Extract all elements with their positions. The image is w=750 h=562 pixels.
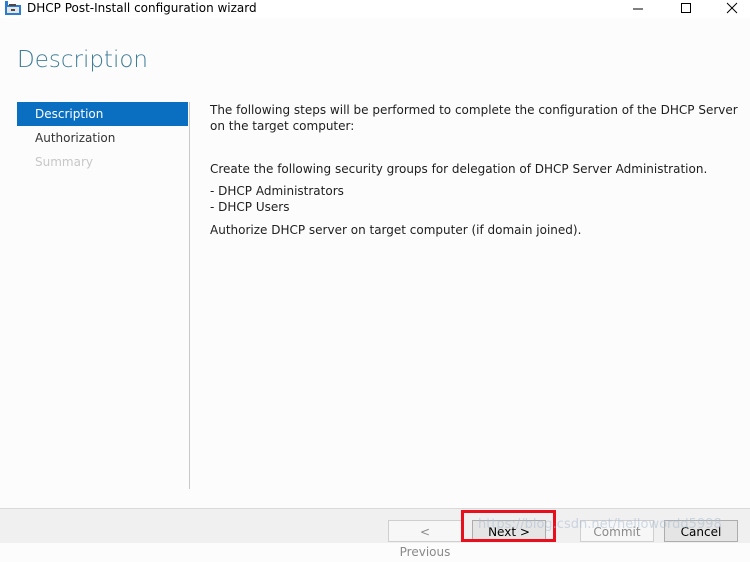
nav-item-description[interactable]: Description — [17, 102, 188, 126]
maximize-button[interactable] — [666, 0, 706, 16]
window-title: DHCP Post-Install configuration wizard — [27, 1, 257, 15]
title-bar: DHCP Post-Install configuration wizard — [0, 0, 750, 18]
groups-intro-text: Create the following security groups for… — [210, 162, 708, 176]
list-item: - DHCP Users — [210, 200, 290, 214]
intro-text: The following steps will be performed to… — [210, 103, 738, 133]
minimize-icon — [633, 8, 643, 10]
commit-button[interactable]: Commit — [580, 520, 654, 542]
wizard-steps-nav: Description Authorization Summary — [17, 102, 188, 174]
list-item: - DHCP Administrators — [210, 184, 344, 198]
description-content: The following steps will be performed to… — [210, 102, 740, 238]
close-button[interactable] — [712, 0, 750, 16]
close-icon — [726, 2, 738, 14]
page-title: Description — [17, 47, 148, 73]
nav-item-authorization[interactable]: Authorization — [17, 126, 188, 150]
security-groups-list: - DHCP Administrators - DHCP Users — [210, 183, 740, 215]
app-icon — [5, 0, 21, 15]
authorize-text: Authorize DHCP server on target computer… — [210, 223, 582, 237]
cancel-button[interactable]: Cancel — [664, 520, 738, 542]
divider — [189, 102, 190, 489]
nav-item-summary: Summary — [35, 155, 93, 169]
previous-button[interactable]: < Previous — [388, 520, 462, 559]
maximize-icon — [681, 3, 691, 13]
minimize-button[interactable] — [618, 0, 658, 16]
next-button[interactable]: Next > — [472, 520, 546, 542]
